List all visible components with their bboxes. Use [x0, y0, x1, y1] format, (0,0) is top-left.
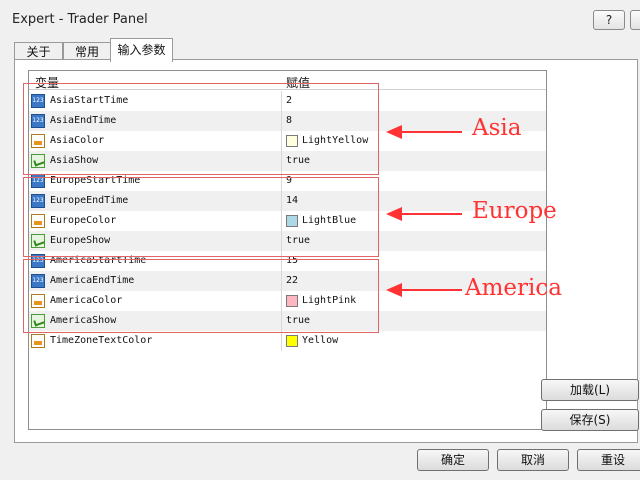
asia-annotation: Asia [472, 115, 522, 141]
tab-inputs[interactable]: 输入参数 [110, 38, 173, 62]
cancel-button[interactable]: 取消 [497, 449, 569, 471]
color-icon [31, 214, 45, 228]
parameter-value[interactable]: LightYellow [302, 135, 368, 146]
parameter-value[interactable]: LightBlue [302, 215, 356, 226]
column-divider [281, 251, 282, 271]
title-bar: Expert - Trader Panel ? ✕ [0, 0, 640, 36]
parameter-row[interactable]: EuropeColor LightBlue [29, 211, 546, 231]
column-divider [281, 231, 282, 251]
color-swatch[interactable] [286, 295, 298, 307]
number-icon: 123 [31, 254, 45, 268]
parameter-row[interactable]: 123 AsiaStartTime 2 [29, 91, 546, 111]
europe-annotation: Europe [472, 198, 557, 224]
column-divider [281, 211, 282, 231]
parameter-name: AsiaEndTime [50, 115, 117, 126]
parameter-value[interactable]: Yellow [302, 335, 338, 346]
parameter-name: EuropeEndTime [50, 195, 129, 206]
number-icon: 123 [31, 194, 45, 208]
column-divider [281, 311, 282, 331]
boolean-icon [31, 234, 45, 248]
parameter-row[interactable]: AsiaShow true [29, 151, 546, 171]
parameter-name: AmericaShow [50, 315, 117, 326]
parameter-row[interactable]: 123 EuropeStartTime 9 [29, 171, 546, 191]
parameter-value[interactable]: 8 [286, 115, 292, 126]
color-icon [31, 294, 45, 308]
save-button[interactable]: 保存(S) [541, 409, 639, 431]
boolean-icon [31, 314, 45, 328]
column-value-header[interactable]: 赋值 [286, 74, 310, 91]
column-divider [281, 171, 282, 191]
reset-button[interactable]: 重设 [577, 449, 640, 471]
parameter-value[interactable]: true [286, 155, 310, 166]
parameter-row[interactable]: AsiaColor LightYellow [29, 131, 546, 151]
load-button[interactable]: 加载(L) [541, 379, 639, 401]
parameter-value[interactable]: true [286, 235, 310, 246]
parameter-value[interactable]: 22 [286, 275, 298, 286]
parameter-name: EuropeShow [50, 235, 111, 246]
parameters-grid: 变量 赋值 123 AsiaStartTime 2 123 AsiaEndTime 8 As… [28, 70, 547, 430]
color-swatch[interactable] [286, 215, 298, 227]
column-divider [281, 111, 282, 131]
color-icon [31, 134, 45, 148]
parameter-name: AsiaShow [50, 155, 99, 166]
column-divider [281, 191, 282, 211]
parameter-value[interactable]: true [286, 315, 310, 326]
column-divider [281, 271, 282, 291]
parameter-value[interactable]: 9 [286, 175, 292, 186]
number-icon: 123 [31, 114, 45, 128]
parameter-name: AsiaStartTime [50, 95, 129, 106]
column-divider [281, 131, 282, 151]
parameter-name: AmericaEndTime [50, 275, 135, 286]
parameter-row[interactable]: 123 AmericaStartTime 15 [29, 251, 546, 271]
parameter-value[interactable]: 14 [286, 195, 298, 206]
close-button[interactable]: ✕ [630, 10, 640, 30]
expert-properties-window: Expert - Trader Panel ? ✕ 关于 常用 输入参数 变量 … [0, 0, 640, 480]
grid-header: 变量 赋值 [29, 71, 546, 91]
parameter-name: AsiaColor [50, 135, 105, 146]
parameter-name: EuropeColor [50, 215, 117, 226]
parameter-value[interactable]: LightPink [302, 295, 356, 306]
help-button[interactable]: ? [593, 10, 625, 30]
parameter-row[interactable]: 123 AsiaEndTime 8 [29, 111, 546, 131]
column-divider [281, 91, 282, 111]
column-variable-header[interactable]: 变量 [35, 74, 59, 91]
parameter-name: EuropeStartTime [50, 175, 141, 186]
ok-button[interactable]: 确定 [417, 449, 489, 471]
parameter-name: AmericaStartTime [50, 255, 147, 266]
boolean-icon [31, 154, 45, 168]
color-icon [31, 334, 45, 348]
number-icon: 123 [31, 274, 45, 288]
parameter-row[interactable]: AmericaShow true [29, 311, 546, 331]
column-divider [281, 331, 282, 351]
column-divider [281, 291, 282, 311]
number-icon: 123 [31, 174, 45, 188]
parameter-value[interactable]: 15 [286, 255, 298, 266]
parameter-row[interactable]: TimeZoneTextColor Yellow [29, 331, 546, 351]
parameter-name: TimeZoneTextColor [50, 335, 153, 346]
parameter-row[interactable]: 123 EuropeEndTime 14 [29, 191, 546, 211]
parameter-row[interactable]: EuropeShow true [29, 231, 546, 251]
column-divider [281, 151, 282, 171]
color-swatch[interactable] [286, 135, 298, 147]
window-title: Expert - Trader Panel [12, 12, 148, 27]
parameter-name: AmericaColor [50, 295, 123, 306]
color-swatch[interactable] [286, 335, 298, 347]
america-annotation: America [465, 275, 562, 301]
inputs-panel: 变量 赋值 123 AsiaStartTime 2 123 AsiaEndTime 8 As… [14, 59, 639, 443]
number-icon: 123 [31, 94, 45, 108]
parameter-value[interactable]: 2 [286, 95, 292, 106]
